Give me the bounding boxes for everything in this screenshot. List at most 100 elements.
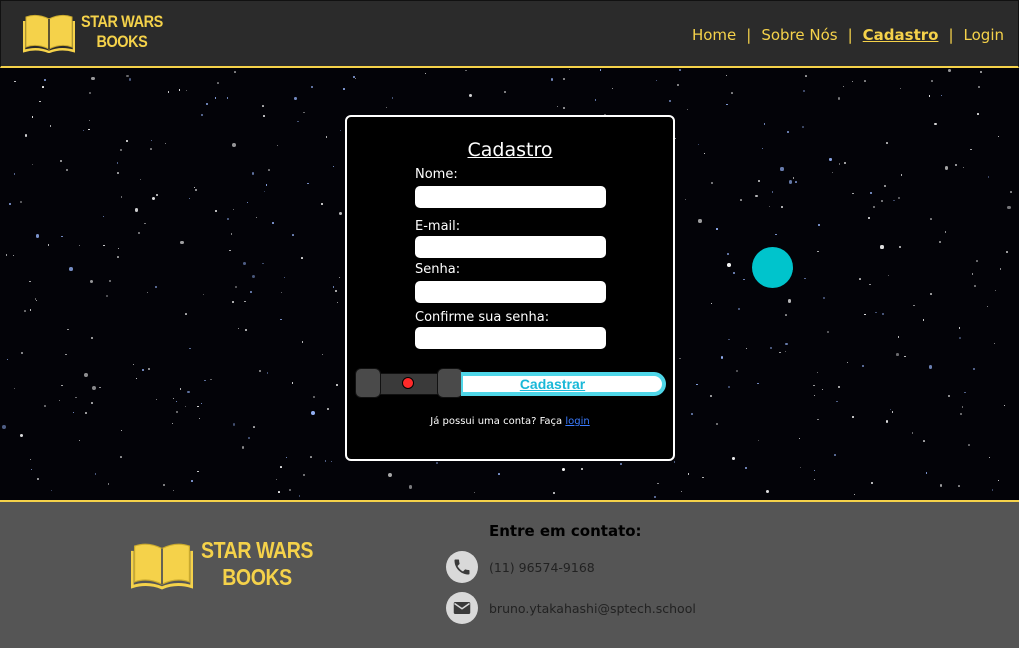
star-decoration (92, 385, 97, 390)
star-decoration (880, 245, 884, 249)
nav-cadastro[interactable]: Cadastro (863, 26, 939, 44)
star-decoration (976, 260, 978, 263)
nav-separator: | (746, 26, 752, 44)
star-decoration (883, 185, 886, 188)
star-decoration (167, 91, 170, 93)
brand-line-2: BOOKS (96, 32, 148, 51)
star-decoration (48, 244, 50, 246)
star-decoration (997, 479, 1000, 482)
star-decoration (8, 202, 11, 205)
star-decoration (150, 139, 152, 141)
login-prompt: Já possui uma conta? Faça login (347, 416, 673, 427)
star-decoration (332, 165, 334, 167)
star-decoration (838, 97, 841, 100)
email-address: bruno.ytakahashi@sptech.school (489, 600, 696, 616)
star-decoration (280, 318, 283, 321)
star-decoration (732, 456, 735, 460)
star-decoration (39, 100, 42, 103)
nav-home[interactable]: Home (692, 26, 736, 44)
contact-phone: (11) 96574-9168 (446, 551, 595, 583)
email-input[interactable] (415, 236, 606, 258)
star-decoration (155, 286, 157, 288)
star-decoration (121, 429, 123, 431)
login-link[interactable]: login (565, 416, 589, 427)
star-decoration (686, 108, 689, 111)
star-decoration (388, 472, 392, 477)
star-decoration (580, 468, 583, 471)
login-prompt-text: Já possui uma conta? Faça (430, 416, 563, 427)
star-decoration (13, 173, 16, 175)
nav-login[interactable]: Login (964, 26, 1004, 44)
star-decoration (852, 416, 855, 419)
star-decoration (331, 460, 333, 463)
star-decoration (155, 193, 158, 197)
star-decoration (838, 386, 840, 388)
star-decoration (209, 378, 212, 381)
star-decoration (504, 91, 507, 94)
submit-button-label: Cadastrar (519, 376, 586, 392)
nav-separator: | (847, 26, 853, 44)
star-decoration (835, 400, 838, 403)
star-decoration (763, 123, 765, 125)
star-decoration (799, 438, 801, 440)
star-decoration (725, 75, 727, 77)
star-decoration (142, 368, 145, 371)
star-decoration (35, 299, 38, 302)
star-decoration (881, 312, 885, 315)
star-decoration (802, 89, 805, 92)
star-decoration (900, 173, 903, 176)
star-decoration (829, 158, 832, 161)
star-decoration (230, 233, 233, 236)
star-decoration (253, 425, 256, 428)
star-decoration (964, 391, 966, 393)
star-decoration (715, 422, 718, 425)
password-input[interactable] (415, 281, 606, 303)
star-decoration (702, 476, 704, 478)
star-decoration (852, 193, 854, 195)
submit-button[interactable]: Cadastrar (461, 372, 666, 396)
star-decoration (251, 274, 255, 278)
star-decoration (301, 257, 303, 259)
star-decoration (899, 88, 901, 90)
star-decoration (226, 217, 229, 220)
star-decoration (275, 479, 278, 481)
star-decoration (679, 357, 681, 360)
star-decoration (271, 221, 274, 224)
star-decoration (203, 293, 205, 296)
star-decoration (250, 291, 252, 293)
star-decoration (974, 285, 976, 288)
form-title: Cadastro (467, 139, 553, 161)
name-input[interactable] (415, 186, 606, 208)
star-decoration (813, 478, 816, 481)
star-decoration (997, 135, 1000, 137)
confirm-password-label: Confirme sua senha: (415, 310, 550, 325)
main-nav: Home | Sobre Nós | Cadastro | Login (692, 26, 1004, 44)
brand-name: STAR WARS BOOKS (81, 12, 163, 52)
star-decoration (887, 274, 890, 277)
confirm-password-input[interactable] (415, 327, 606, 349)
star-decoration (963, 166, 965, 168)
star-decoration (940, 94, 943, 97)
star-decoration (198, 417, 200, 419)
star-decoration (995, 289, 997, 291)
star-decoration (468, 93, 472, 97)
star-decoration (189, 347, 192, 350)
star-decoration (757, 439, 759, 441)
star-decoration (20, 433, 23, 437)
header-logo[interactable]: STAR WARS BOOKS (23, 11, 177, 53)
star-decoration (960, 412, 963, 416)
star-decoration (843, 161, 846, 164)
nav-sobre-nos[interactable]: Sobre Nós (761, 26, 837, 44)
star-decoration (214, 97, 217, 100)
star-decoration (657, 482, 659, 485)
brand-line-1: STAR WARS (81, 12, 163, 31)
star-decoration (385, 106, 388, 109)
star-decoration (79, 244, 81, 246)
star-decoration (864, 313, 866, 316)
star-decoration (851, 80, 853, 82)
star-decoration (779, 351, 781, 354)
star-decoration (338, 277, 341, 279)
star-decoration (744, 466, 747, 469)
star-decoration (195, 188, 198, 191)
star-decoration (929, 217, 932, 220)
